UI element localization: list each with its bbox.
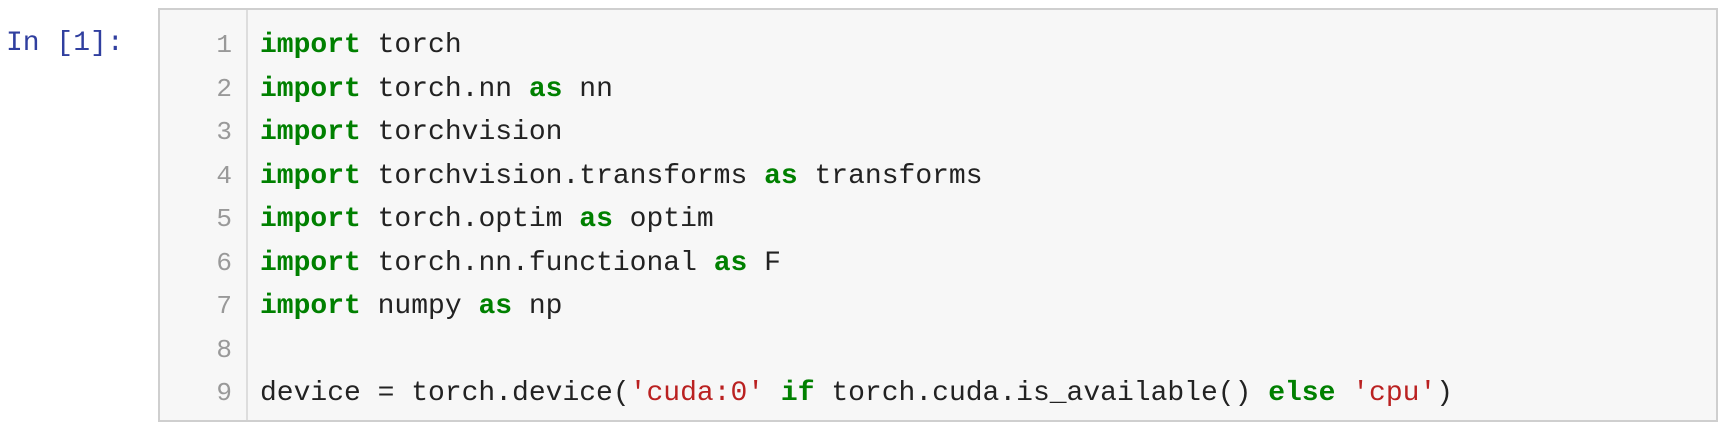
line-number: 9 <box>216 378 232 408</box>
line-number: 8 <box>216 334 232 365</box>
code-text: ) <box>1436 378 1454 409</box>
code-text: torch.cuda.is_available() <box>814 378 1269 409</box>
code-keyword: as <box>478 291 513 322</box>
code-keyword: as <box>764 160 798 192</box>
input-prompt: In [1]: <box>6 28 124 59</box>
line-numbers: 1 2 3 4 5 6 7 8 9 <box>160 24 232 416</box>
code-text: torchvision.transforms <box>360 160 765 192</box>
code-keyword: if <box>780 378 815 409</box>
line-number: 4 <box>216 160 232 191</box>
code-string: 'cuda:0' <box>629 378 765 409</box>
code-text: optim <box>612 204 714 235</box>
code-keyword: import <box>260 247 361 279</box>
code-keyword: as <box>579 204 613 235</box>
line-number: 1 <box>216 30 232 60</box>
line-number: 6 <box>216 247 232 278</box>
code-keyword: as <box>713 247 748 279</box>
code-text: F <box>747 247 781 279</box>
code-keyword: else <box>1268 378 1336 409</box>
line-number: 3 <box>216 117 232 147</box>
code-string: 'cpu' <box>1352 378 1437 409</box>
code-editor[interactable]: 123456789 import torch import torch.nn as… <box>158 8 1718 422</box>
code-text: torch.nn <box>360 73 529 105</box>
code-line[interactable]: import numpy as np <box>260 285 1453 329</box>
code-text: np <box>512 291 563 322</box>
code-keyword: as <box>528 73 563 105</box>
code-keyword: import <box>260 117 361 148</box>
line-number: 5 <box>216 204 232 234</box>
code-line[interactable]: import torch <box>260 24 1453 68</box>
code-line[interactable]: import torch.optim as optim <box>260 198 1453 242</box>
notebook-code-cell: In [1]: 123456789 import torch import tor… <box>0 0 1726 431</box>
code-keyword: import <box>260 204 361 235</box>
code-text: torch.nn.functional <box>360 247 714 279</box>
line-number: 7 <box>216 291 232 321</box>
code-text: torchvision <box>360 117 563 148</box>
code-line[interactable]: import torch.nn as nn <box>260 68 1453 112</box>
line-number-gutter: 1 2 3 4 5 6 7 8 9 <box>160 10 248 420</box>
code-text: device = torch.device( <box>260 378 630 409</box>
code-keyword: import <box>260 73 361 105</box>
code-text: torch <box>360 30 462 61</box>
code-text: torch.optim <box>360 204 580 235</box>
code-line[interactable]: import torch.nn.functional as F <box>260 242 1453 286</box>
code-text: transforms <box>797 160 983 192</box>
code-line[interactable] <box>260 329 1453 373</box>
code-keyword: import <box>260 30 361 61</box>
code-text: nn <box>562 73 613 105</box>
code-text: numpy <box>360 291 479 322</box>
code-content[interactable]: import torch import torch.nn as nn import … <box>260 24 1453 416</box>
line-number: 2 <box>216 73 232 104</box>
code-line[interactable]: device = torch.device('cuda:0' if torch.… <box>260 372 1453 416</box>
code-keyword: import <box>260 160 361 192</box>
code-line[interactable]: import torchvision <box>260 111 1453 155</box>
code-keyword: import <box>260 291 361 322</box>
code-line[interactable]: import torchvision.transforms as transfo… <box>260 155 1453 199</box>
